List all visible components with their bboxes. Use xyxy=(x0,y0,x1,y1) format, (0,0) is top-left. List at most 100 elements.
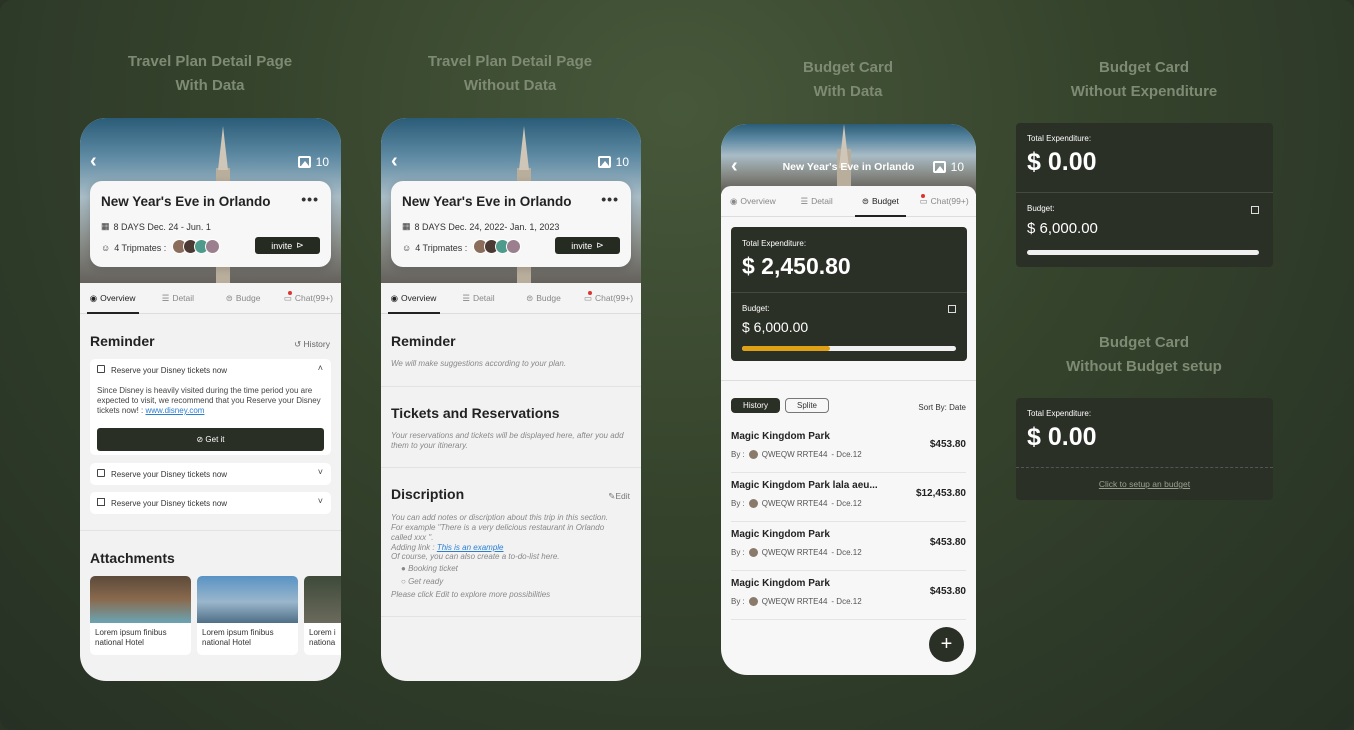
tab-detail[interactable]: ☰ Detail xyxy=(145,283,210,313)
expense-row[interactable]: Magic Kingdom Park lala aeu... By : QWEQW … xyxy=(731,473,966,522)
tickets-empty-text: Your reservations and tickets will be di… xyxy=(391,431,624,450)
example-link[interactable]: This is an example xyxy=(437,543,504,552)
more-icon[interactable]: ••• xyxy=(301,191,319,207)
budget-card: Total Expenditure: $ 2,450.80 Budget: $ … xyxy=(731,227,967,361)
invite-button[interactable]: invite ⊳ xyxy=(555,237,620,254)
chevron-down-icon: ˅ xyxy=(317,467,323,477)
expense-name: Magic Kingdom Park xyxy=(731,529,830,540)
tab-chat[interactable]: ▭ Chat(99+) xyxy=(276,283,341,313)
invite-button[interactable]: invite ⊳ xyxy=(255,237,320,254)
home-icon xyxy=(97,498,105,506)
tab-bar: ◉ Overview ☰ Detail ⊜ Budge ▭ Chat(99+) xyxy=(381,283,641,314)
list-icon: ☰ xyxy=(462,292,470,303)
attachment-card[interactable]: Lorem ipsum finibus national Hotel xyxy=(197,576,298,655)
avatar xyxy=(205,239,221,254)
tab-detail[interactable]: ☰ Detail xyxy=(446,283,511,313)
setup-budget-link[interactable]: Click to setup an budget xyxy=(1016,479,1273,489)
expense-name: Magic Kingdom Park xyxy=(731,578,830,589)
tab-budget[interactable]: ⊜ Budge xyxy=(211,283,276,313)
attachment-card[interactable]: Lorem i nationa xyxy=(304,576,341,655)
chevron-up-icon[interactable]: ˄ xyxy=(318,363,323,373)
disney-link[interactable]: www.disney.com xyxy=(145,406,204,415)
people-icon: ☺ xyxy=(402,242,412,253)
todo-item[interactable]: ● Booking ticket xyxy=(401,564,458,574)
expenditure-value: $ 0.00 xyxy=(1027,148,1097,176)
edit-icon[interactable] xyxy=(948,305,956,313)
budget-value: $ 6,000.00 xyxy=(742,319,809,335)
edit-button[interactable]: ✎Edit xyxy=(608,491,630,502)
expense-amount: $453.80 xyxy=(929,439,966,450)
checked-circle-icon: ● xyxy=(401,564,409,573)
expense-row[interactable]: Magic Kingdom Park By : QWEQW RRTE44- Dce.… xyxy=(731,522,966,571)
eye-icon: ◉ xyxy=(390,292,398,303)
budget-card-without-expenditure: Total Expenditure: $ 0.00 Budget: $ 6,00… xyxy=(1016,123,1273,267)
tab-overview[interactable]: ◉ Overview xyxy=(381,283,446,314)
splite-tab[interactable]: Splite xyxy=(785,398,829,413)
expense-amount: $12,453.80 xyxy=(915,488,966,499)
tab-chat[interactable]: ▭ Chat(99+) xyxy=(912,186,976,216)
sort-by[interactable]: Sort By: Date xyxy=(918,403,966,412)
expense-by: By : QWEQW RRTE44- Dce.12 xyxy=(731,548,862,557)
trip-card: New Year's Eve in Orlando ••• ▦ 8 DAYS De… xyxy=(391,181,631,267)
gallery-button[interactable]: 10 xyxy=(297,155,329,169)
tickets-heading: Tickets and Reservations xyxy=(391,405,560,421)
gallery-icon xyxy=(597,156,611,168)
add-expense-button[interactable]: + xyxy=(929,627,964,662)
budget-progress xyxy=(742,346,956,351)
tab-budget[interactable]: ⊜ Budge xyxy=(511,283,576,313)
expenditure-label: Total Expenditure: xyxy=(742,239,807,248)
budget-value: $ 6,000.00 xyxy=(1027,220,1098,237)
trip-dates: ▦ 8 DAYS Dec. 24 - Jun. 1 xyxy=(101,221,211,232)
avatar xyxy=(748,450,758,459)
dollar-icon: ⊜ xyxy=(526,292,534,303)
history-tab[interactable]: History xyxy=(731,398,780,413)
gallery-button[interactable]: 10 xyxy=(932,160,964,174)
expenditure-value: $ 2,450.80 xyxy=(742,253,851,279)
reminder-card[interactable]: Reserve your Disney tickets now ˅ xyxy=(90,463,331,485)
expense-row[interactable]: Magic Kingdom Park By : QWEQW RRTE44- Dce.… xyxy=(731,571,966,620)
avatar xyxy=(748,548,758,557)
get-it-button[interactable]: ⊘ Get it xyxy=(97,428,324,451)
expense-by: By : QWEQW RRTE44- Dce.12 xyxy=(731,499,862,508)
tab-overview[interactable]: ◉ Overview xyxy=(80,283,145,314)
history-link[interactable]: ↺ History xyxy=(294,339,330,350)
back-icon[interactable]: ‹ xyxy=(90,150,97,173)
ticket-icon xyxy=(97,469,105,477)
avatar xyxy=(748,597,758,606)
back-icon[interactable]: ‹ xyxy=(391,150,398,173)
tab-overview[interactable]: ◉ Overview xyxy=(721,186,785,216)
list-icon: ☰ xyxy=(161,292,170,303)
attachment-image xyxy=(90,576,191,623)
attachment-card[interactable]: Lorem ipsum finibus national Hotel xyxy=(90,576,191,655)
expenditure-label: Total Expenditure: xyxy=(1027,134,1092,143)
expense-row[interactable]: Magic Kingdom Park By : QWEQW RRTE44- Dce.… xyxy=(731,424,966,473)
expense-name: Magic Kingdom Park xyxy=(731,431,830,442)
tab-budget[interactable]: ⊜ Budget xyxy=(849,186,913,217)
trip-title: New Year's Eve in Orlando xyxy=(101,194,271,209)
reminder-heading: Reminder xyxy=(90,333,155,349)
reminder-empty-text: We will make suggestions according to yo… xyxy=(391,359,567,368)
notification-dot xyxy=(588,291,592,295)
tripmates: ☺ 4 Tripmates : xyxy=(402,239,522,256)
check-circle-icon: ⊘ xyxy=(196,435,206,444)
history-icon: ↺ xyxy=(294,339,304,349)
empty-circle-icon: ○ xyxy=(401,577,409,586)
more-icon[interactable]: ••• xyxy=(601,191,619,207)
tab-detail[interactable]: ☰ Detail xyxy=(785,186,849,216)
budget-label: Budget: xyxy=(742,304,770,313)
tab-chat[interactable]: ▭ Chat(99+) xyxy=(576,283,641,313)
gallery-icon xyxy=(297,156,311,168)
hero-image xyxy=(721,124,976,194)
people-icon: ☺ xyxy=(101,242,111,253)
reminder-card[interactable]: Reserve your Disney tickets now ˅ xyxy=(90,492,331,514)
budget-label: Budget: xyxy=(1027,204,1055,213)
section-title: Budget Card Without Budget setup xyxy=(1066,334,1222,375)
trip-card: New Year's Eve in Orlando ••• ▦ 8 DAYS De… xyxy=(90,181,331,267)
reminder-card-expanded: Reserve your Disney tickets now ˄ Since … xyxy=(90,359,331,455)
gallery-button[interactable]: 10 xyxy=(597,155,629,169)
edit-icon[interactable] xyxy=(1251,206,1259,214)
trip-title: New Year's Eve in Orlando xyxy=(402,194,572,209)
attachment-image xyxy=(304,576,341,623)
notification-dot xyxy=(287,291,292,295)
todo-item[interactable]: ○ Get ready xyxy=(401,577,443,587)
